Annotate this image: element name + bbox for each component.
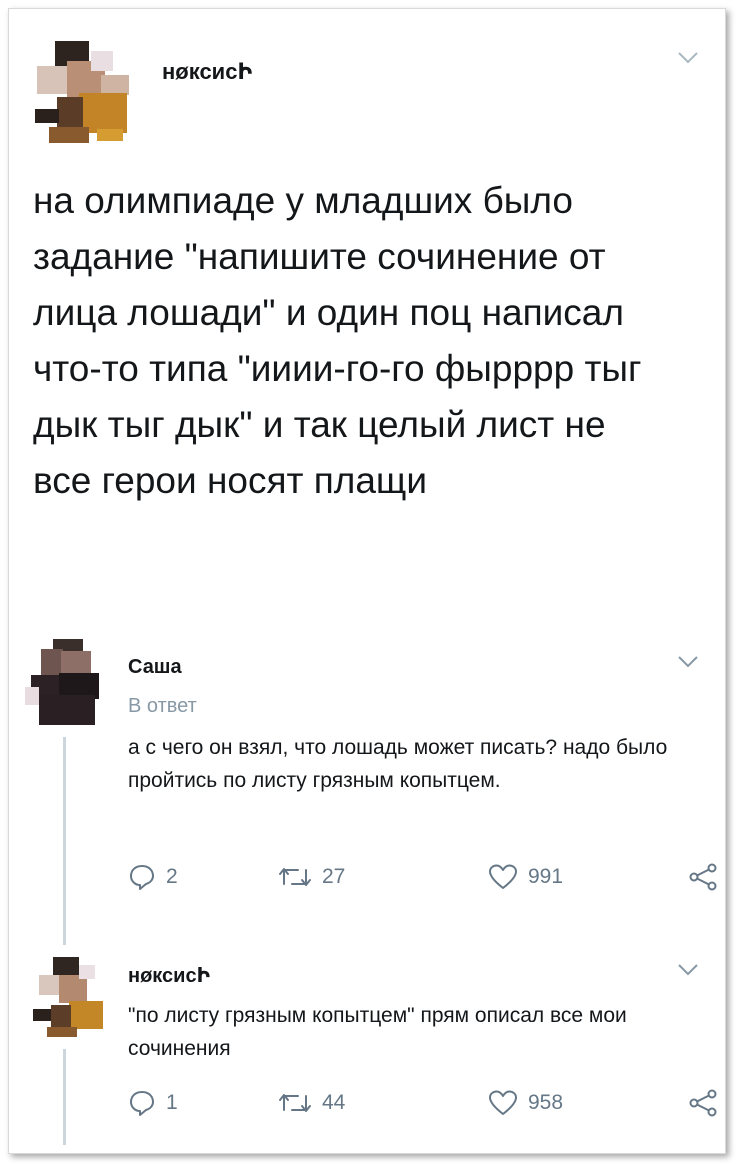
- reply-count: 2: [166, 865, 178, 888]
- retweet-button[interactable]: 27: [278, 864, 488, 890]
- reply-icon: [128, 863, 156, 891]
- reply1-reply-context: В ответ: [128, 695, 197, 717]
- tweet-card: нøксисԻ на олимпиаде у младших было зада…: [8, 8, 726, 1154]
- reply1-text: а с чего он взял, что лошадь может писат…: [128, 736, 668, 792]
- retweet-button[interactable]: 44: [278, 1090, 488, 1116]
- like-count: 958: [528, 1091, 564, 1114]
- like-button[interactable]: 958: [488, 1089, 668, 1117]
- heart-icon: [488, 863, 518, 891]
- reply1-author-avatar[interactable]: [23, 637, 109, 729]
- main-author-name[interactable]: нøксисԻ: [162, 59, 252, 85]
- thread-line: [63, 1049, 66, 1145]
- reply-icon: [128, 1089, 156, 1117]
- reply2-author-avatar[interactable]: [29, 953, 109, 1039]
- chevron-down-icon[interactable]: [677, 655, 699, 674]
- main-tweet-text: на олимпиаде у младших было задание "нап…: [33, 180, 642, 501]
- share-button[interactable]: [688, 1089, 718, 1117]
- share-icon: [688, 863, 718, 891]
- like-button[interactable]: 991: [488, 863, 668, 891]
- reply2-author-name[interactable]: нøксисԻ: [128, 963, 210, 988]
- retweet-icon: [278, 1090, 312, 1116]
- reply1-actions: 2 27 991: [128, 857, 718, 897]
- retweet-icon: [278, 864, 312, 890]
- like-count: 991: [528, 865, 564, 888]
- reply2-actions: 1 44 958: [128, 1083, 718, 1123]
- reply-button[interactable]: 1: [128, 1089, 278, 1117]
- retweet-count: 44: [322, 1091, 346, 1114]
- heart-icon: [488, 1089, 518, 1117]
- share-button[interactable]: [688, 863, 718, 891]
- reply2-text: "по листу грязным копытцем" прям описал …: [128, 1004, 627, 1060]
- share-icon: [688, 1089, 718, 1117]
- chevron-down-icon[interactable]: [677, 51, 699, 70]
- thread-line: [63, 737, 66, 945]
- reply1-author-name[interactable]: Саша: [128, 656, 182, 679]
- reply-button[interactable]: 2: [128, 863, 278, 891]
- reply-count: 1: [166, 1091, 178, 1114]
- main-author-avatar[interactable]: [27, 31, 139, 149]
- retweet-count: 27: [322, 865, 346, 888]
- chevron-down-icon[interactable]: [677, 963, 699, 982]
